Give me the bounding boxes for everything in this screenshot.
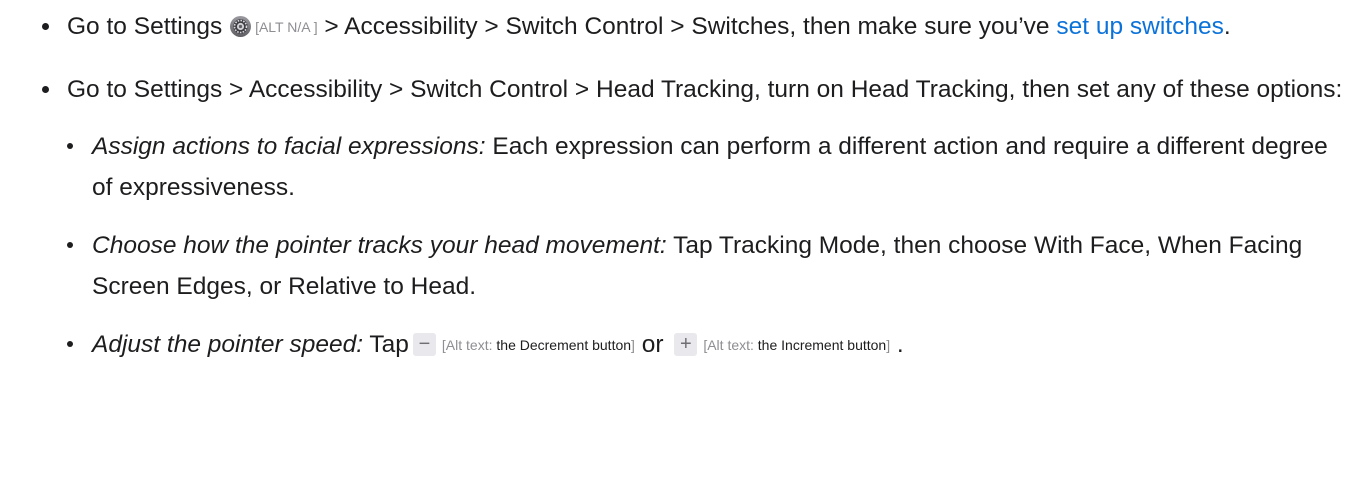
step-text: Go to Settings — [67, 13, 223, 40]
decrement-alt-text: [Alt text: the Decrement button] — [442, 337, 635, 353]
increment-alt-text: [Alt text: the Increment button] — [703, 337, 890, 353]
option-item-facial-expressions: Assign actions to facial expressions: Ea… — [67, 126, 1347, 208]
option-item-tracking-mode: Choose how the pointer tracks your head … — [67, 225, 1347, 307]
alt-description: the Increment button — [757, 337, 887, 353]
bullet-icon — [67, 341, 73, 347]
tap-text: Tap — [363, 331, 409, 358]
alt-text-note: [ALT N/A ] — [255, 19, 318, 35]
step-text: Go to Settings > Accessibility > Switch … — [67, 76, 1343, 103]
alt-description: the Decrement button — [496, 337, 632, 353]
help-article: Go to Settings [ALT N/A ] > Accessibilit… — [0, 0, 1369, 496]
alt-prefix: [Alt text: — [441, 337, 497, 353]
step-text-continued: > Accessibility > Switch Control > Switc… — [317, 13, 1057, 40]
bullet-icon — [67, 143, 73, 149]
list-item-head-tracking: Go to Settings > Accessibility > Switch … — [42, 69, 1347, 366]
option-label: Assign actions to facial expressions: — [92, 133, 486, 160]
bullet-icon — [42, 23, 49, 30]
options-list: Assign actions to facial expressions: Ea… — [67, 126, 1347, 366]
alt-prefix: [Alt text: — [703, 337, 758, 353]
option-text-end: . — [890, 331, 904, 358]
bullet-icon — [67, 242, 73, 248]
bullet-icon — [42, 86, 49, 93]
set-up-switches-link[interactable]: set up switches — [1056, 13, 1224, 40]
option-item-pointer-speed: Adjust the pointer speed: Tap − [Alt text:… — [67, 324, 1347, 366]
settings-gear-icon — [230, 9, 252, 37]
option-label: Adjust the pointer speed: — [92, 331, 364, 358]
decrement-button-icon: − — [412, 333, 436, 356]
step-text-end: . — [1223, 13, 1231, 40]
option-label: Choose how the pointer tracks your head … — [92, 232, 667, 259]
instruction-list: Go to Settings [ALT N/A ] > Accessibilit… — [42, 6, 1347, 387]
or-text: or — [634, 331, 671, 358]
increment-button-icon: + — [674, 333, 698, 356]
list-item-switches: Go to Settings [ALT N/A ] > Accessibilit… — [42, 6, 1347, 48]
